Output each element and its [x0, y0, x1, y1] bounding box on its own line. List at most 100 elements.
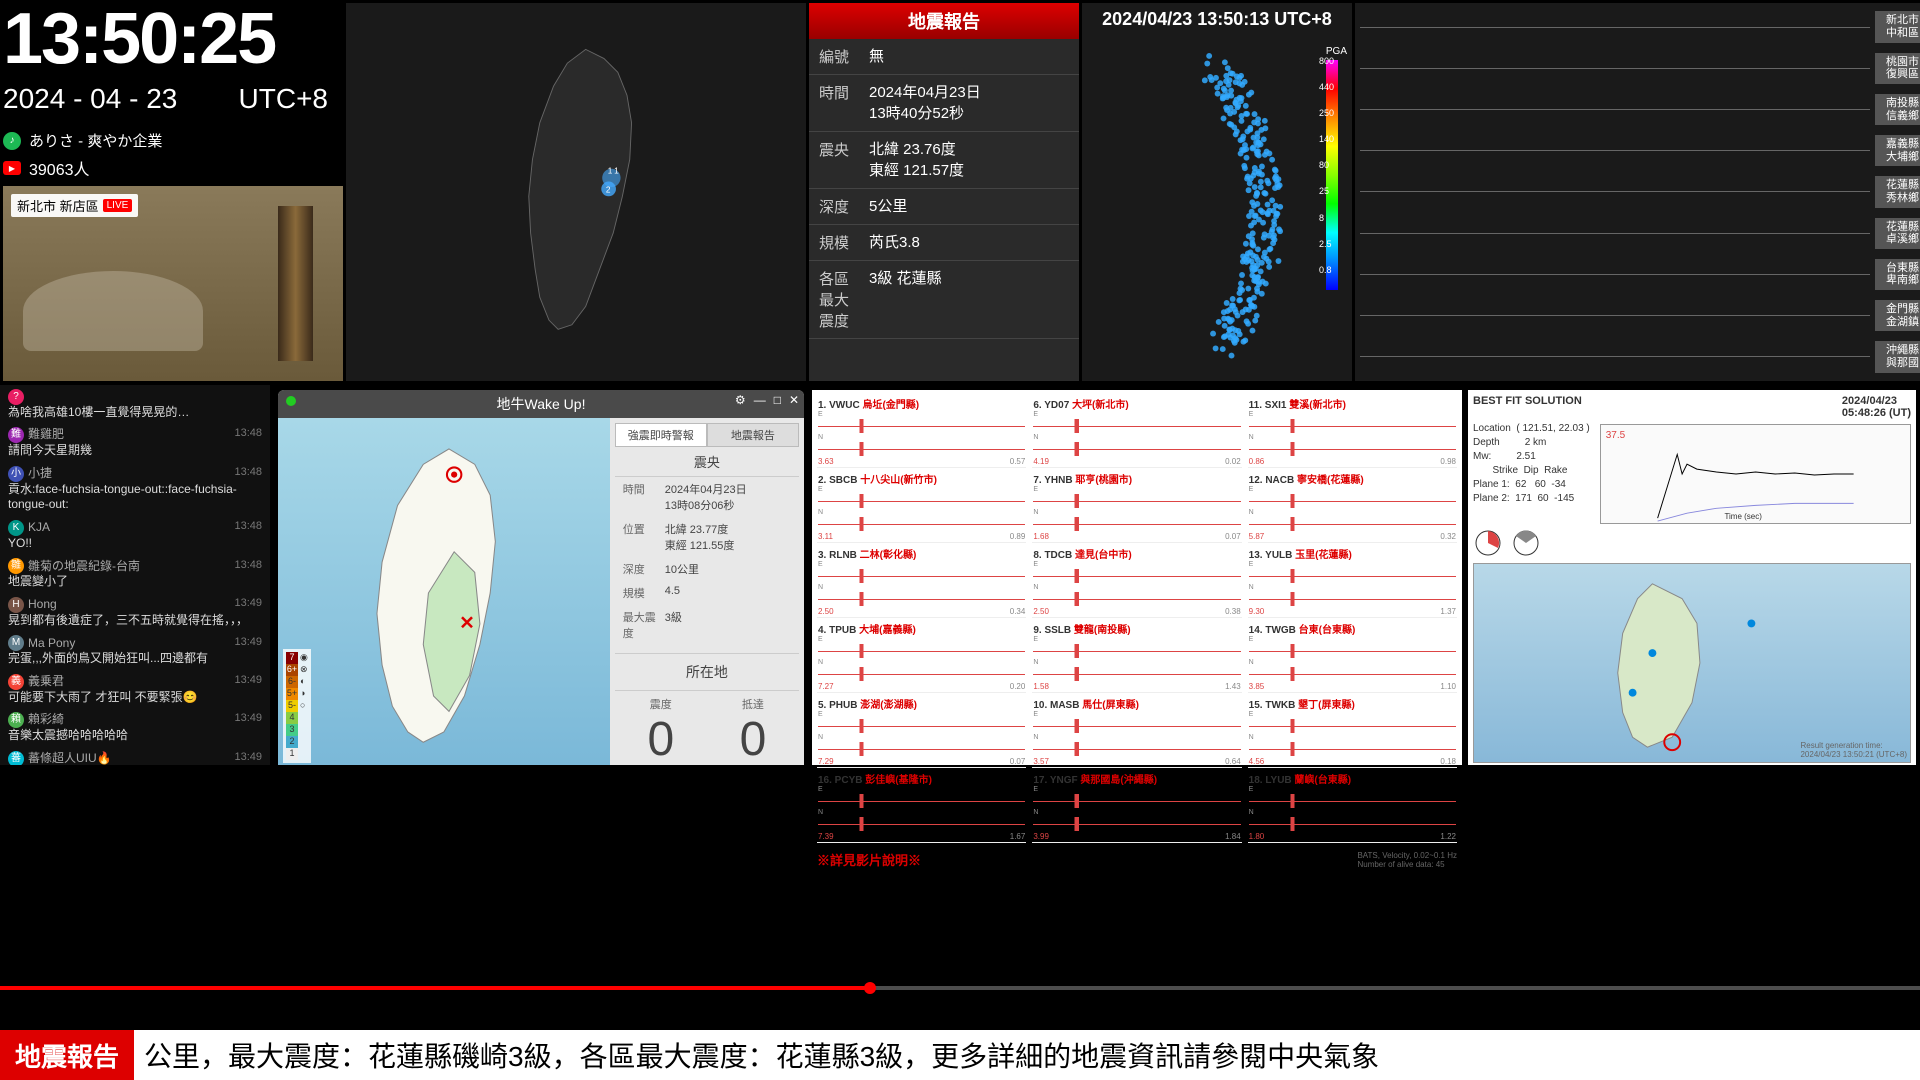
report-label: 深度: [819, 196, 869, 217]
chat-message: 賴賴彩綺13:49音樂太震撼哈哈哈哈哈: [0, 708, 270, 746]
music-text: ありさ - 爽やか企業: [29, 130, 162, 151]
solution-title: BEST FIT SOLUTION: [1473, 395, 1582, 419]
clock-tz: UTC+8: [239, 83, 328, 115]
report-label: 震央: [819, 139, 869, 181]
station-cell: 17. YNGF 與那國島(沖繩縣) E N 3.991.84: [1032, 770, 1241, 843]
seismo-trace: [1360, 68, 1870, 69]
arrival-label: 抵達: [712, 696, 794, 712]
seismo-station: 金門縣金湖鎮: [1875, 300, 1920, 331]
intensity-value: 0: [620, 712, 702, 765]
seismo-trace: [1360, 109, 1870, 110]
news-ticker: 地震報告 公里，最大震度：花蓮縣磯崎3級，各區最大震度：花蓮縣3級，更多詳細的地…: [0, 1030, 1920, 1080]
seismo-trace: [1360, 274, 1870, 275]
seismo-trace: [1360, 315, 1870, 316]
station-cell: 8. TDCB 達見(台中市) E N 2.500.38: [1032, 545, 1241, 618]
clock-time: 13:50:25: [3, 3, 343, 75]
solution-info: Location ( 121.51, 22.03 ) Depth 2 km Mw…: [1473, 422, 1590, 524]
report-label: 時間: [819, 82, 869, 124]
report-value: 無: [869, 46, 1069, 67]
report-value: 3級 花蓮縣: [869, 268, 1069, 331]
station-cell: 12. NACB 寧安橋(花蓮縣) E N 5.870.32: [1248, 470, 1457, 543]
wakeup-sidebar: 強震即時警報 地震報告 震央 時間2024年04月23日 13時08分06秒位置…: [610, 418, 804, 765]
youtube-icon: ▶: [3, 161, 21, 175]
ticker-label: 地震報告: [0, 1030, 134, 1080]
tab-realtime[interactable]: 強震即時警報: [615, 423, 707, 447]
seismograph-panel: 新北市中和區桃園市復興區南投縣信義鄉嘉義縣大埔鄉花蓮縣秀林鄉花蓮縣卓溪鄉台東縣卑…: [1355, 3, 1920, 381]
station-cell: 14. TWGB 台東(台東縣) E N 3.851.10: [1248, 620, 1457, 693]
seismo-station: 沖繩縣與那國: [1875, 341, 1920, 372]
close-icon[interactable]: ✕: [789, 393, 799, 407]
intensity-label: 震度: [620, 696, 702, 712]
chat-message: 小小捷13:48貢水:face-fuchsia-tongue-out::face…: [0, 462, 270, 516]
report-label: 各區 最大 震度: [819, 268, 869, 331]
seismo-trace: [1360, 356, 1870, 357]
station-cell: 2. SBCB 十八尖山(新竹市) E N 3.110.89: [817, 470, 1026, 543]
station-sub: BATS, Velocity, 0.02~0.1 Hz Number of al…: [1357, 851, 1457, 869]
pga-panel: 2024/04/23 13:50:13 UTC+8 PGA 8004402501…: [1082, 3, 1352, 381]
station-footer: ※詳見影片說明※: [817, 850, 921, 869]
viewer-count: 39063人: [29, 156, 90, 180]
station-cell: 4. TPUB 大埔(嘉義縣) E N 7.270.20: [817, 620, 1026, 693]
intensity-legend: 7◉ 6+⊗ 6-◐ 5+◑ 5-○ 4 3 2 1: [283, 649, 311, 763]
chat-message: 義義乗君13:49可能要下大雨了 才狂叫 不要緊張😊: [0, 670, 270, 708]
live-camera: 新北市 新店區 LIVE: [3, 186, 343, 381]
station-cell: 15. TWKB 墾丁(屏東縣) E N 4.560.18: [1248, 695, 1457, 768]
seismo-station: 台東縣卑南鄉: [1875, 259, 1920, 290]
station-cell: 1. VWUC 烏坵(金門縣) E N 3.630.57: [817, 395, 1026, 468]
misfit-graph: 37.5 Time (sec): [1600, 424, 1911, 524]
wakeup-map[interactable]: ✕ 7◉ 6+⊗ 6-◐ 5+◑ 5-○ 4 3 2 1: [278, 418, 610, 765]
station-cell: 3. RLNB 二林(彰化縣) E N 2.500.34: [817, 545, 1026, 618]
misfit-peak: 37.5: [1606, 430, 1625, 441]
seismo-station: 新北市中和區: [1875, 11, 1920, 42]
seismo-trace: [1360, 233, 1870, 234]
live-badge: LIVE: [103, 199, 133, 212]
camera-label: 新北市 新店區 LIVE: [11, 194, 138, 217]
progress-bar[interactable]: [0, 986, 1920, 990]
chat-message: 雛雛菊の地震紀錄-台南13:48地震變小了: [0, 555, 270, 593]
location-label: 所在地: [615, 653, 799, 691]
pga-map: [1082, 36, 1352, 379]
svg-text:✕: ✕: [459, 612, 475, 633]
chat-panel[interactable]: ?為啥我高雄10樓一直覺得晃晃的…難難雞肥13:48請問今天星期幾小小捷13:4…: [0, 385, 270, 765]
seismo-trace: [1360, 150, 1870, 151]
gen-time: Result generation time: 2024/04/23 13:50…: [1800, 741, 1907, 759]
taiwan-outline: 1 1 2: [404, 31, 749, 352]
station-cell: 10. MASB 馬仕(屏東縣) E N 3.570.64: [1032, 695, 1241, 768]
tab-report[interactable]: 地震報告: [707, 423, 799, 447]
seismo-trace: [1360, 27, 1870, 28]
clock-date-row: 2024 - 04 - 23 UTC+8: [3, 83, 343, 115]
svg-text:1: 1: [607, 167, 612, 176]
wakeup-window: 地牛Wake Up! ⚙ — □ ✕ ✕ 7◉ 6+⊗ 6-◐ 5+◑ 5-○ …: [278, 390, 804, 765]
chat-message: HHong13:49晃到都有後遺症了，三不五時就覺得在搖，，，: [0, 593, 270, 631]
seismo-station: 花蓮縣秀林鄉: [1875, 176, 1920, 207]
maximize-icon[interactable]: □: [774, 393, 781, 407]
earthquake-report: 地震報告 編號無時間2024年04月23日 13時40分52秒震央北緯 23.7…: [809, 3, 1079, 381]
settings-icon[interactable]: ⚙: [735, 393, 746, 407]
seismo-station: 南投縣信義鄉: [1875, 94, 1920, 125]
solution-location-map: Result generation time: 2024/04/23 13:50…: [1473, 563, 1911, 763]
station-waveforms: 1. VWUC 烏坵(金門縣) E N 3.630.576. YD07 大坪(新…: [812, 390, 1462, 765]
camera-location: 新北市 新店區: [17, 196, 99, 215]
svg-text:2: 2: [605, 186, 610, 195]
window-dot[interactable]: [286, 396, 296, 406]
svg-text:1: 1: [614, 167, 619, 176]
seismo-station: 嘉義縣大埔鄉: [1875, 135, 1920, 166]
viewers: ▶ 39063人: [3, 156, 343, 180]
chat-message: 難難雞肥13:48請問今天星期幾: [0, 423, 270, 461]
wakeup-title-text: 地牛Wake Up!: [497, 396, 586, 412]
station-cell: 16. PCYB 彭佳嶼(基隆市) E N 7.391.67: [817, 770, 1026, 843]
seismo-station: 花蓮縣卓溪鄉: [1875, 218, 1920, 249]
minimize-icon[interactable]: —: [754, 393, 766, 407]
solution-panel: BEST FIT SOLUTION 2024/04/2305:48:26 (UT…: [1468, 390, 1916, 765]
seismo-trace: [1360, 191, 1870, 192]
station-cell: 6. YD07 大坪(新北市) E N 4.190.02: [1032, 395, 1241, 468]
pga-timestamp: 2024/04/23 13:50:13 UTC+8: [1082, 3, 1352, 36]
chat-message: 蕃蕃條超人UIU🔥13:49天佑花蓮 和平共處 預言退散: [0, 747, 270, 765]
station-cell: 13. YULB 玉里(花蓮縣) E N 9.301.37: [1248, 545, 1457, 618]
wakeup-titlebar[interactable]: 地牛Wake Up! ⚙ — □ ✕: [278, 390, 804, 418]
station-cell: 11. SXI1 雙溪(新北市) E N 0.860.98: [1248, 395, 1457, 468]
music-icon: ♪: [3, 132, 21, 150]
camera-pillar: [278, 206, 313, 361]
clock-date: 2024 - 04 - 23: [3, 83, 177, 115]
seismo-station: 桃園市復興區: [1875, 53, 1920, 84]
